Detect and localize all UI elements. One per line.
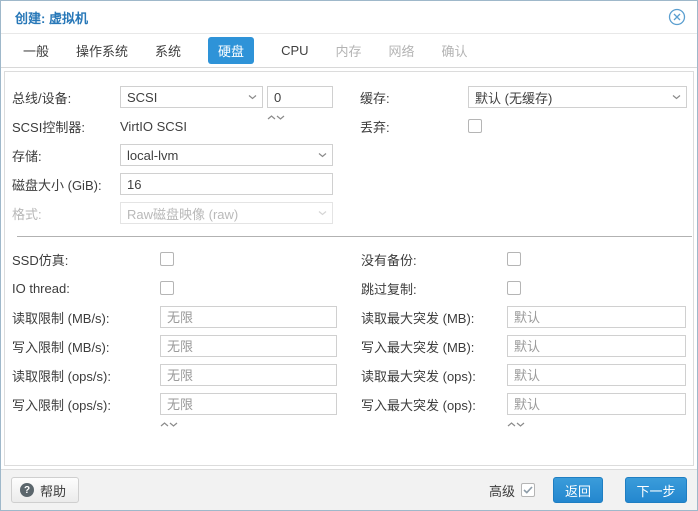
ssd-emulation-checkbox[interactable] (160, 252, 174, 266)
write-limit-ops-input[interactable] (160, 393, 337, 415)
write-burst-mb-input[interactable] (507, 335, 686, 357)
bus-device-label: 总线/设备: (12, 90, 72, 106)
tab-system[interactable]: 系统 (155, 41, 181, 60)
read-limit-mb-label: 读取限制 (MB/s): (12, 310, 110, 326)
read-burst-mb-label: 读取最大突发 (MB): (361, 310, 475, 326)
tab-cpu[interactable]: CPU (281, 43, 308, 58)
scsi-controller-value: VirtIO SCSI (120, 118, 187, 134)
no-backup-label: 没有备份: (361, 252, 417, 268)
title-bar: 创建: 虚拟机 (1, 1, 697, 34)
cache-value: 默认 (无缓存) (475, 90, 553, 106)
chevron-down-icon (672, 95, 681, 100)
storage-value: local-lvm (127, 147, 179, 163)
dialog-title: 创建: 虚拟机 (15, 10, 88, 26)
bus-device-combo[interactable]: SCSI (120, 86, 263, 108)
advanced-checkbox[interactable] (521, 483, 535, 497)
spinner-arrows-icon[interactable] (267, 108, 285, 123)
next-button[interactable]: 下一步 (625, 477, 687, 503)
ssd-emulation-label: SSD仿真: (12, 252, 69, 268)
read-limit-ops-label: 读取限制 (ops/s): (12, 368, 111, 384)
tab-bar: 一般 操作系统 系统 硬盘 CPU 内存 网络 确认 (1, 34, 697, 68)
read-limit-mb-input[interactable] (160, 306, 337, 328)
help-button-label: 帮助 (40, 483, 67, 499)
chevron-down-icon (248, 95, 257, 100)
read-limit-ops-input[interactable] (160, 364, 337, 386)
close-icon[interactable] (667, 7, 687, 27)
read-burst-mb-input[interactable] (507, 306, 686, 328)
advanced-label: 高级 (488, 483, 515, 499)
skip-replication-checkbox[interactable] (507, 281, 521, 295)
write-limit-ops-label: 写入限制 (ops/s): (12, 397, 111, 413)
write-burst-mb-label: 写入最大突发 (MB): (361, 339, 475, 355)
check-icon (523, 486, 533, 494)
tab-memory: 内存 (335, 44, 362, 59)
disk-form-panel: 总线/设备: SCSI 缓存: 默认 (无缓存) (4, 71, 694, 466)
no-backup-checkbox[interactable] (507, 252, 521, 266)
chevron-down-icon (318, 211, 327, 216)
write-limit-mb-label: 写入限制 (MB/s): (12, 339, 110, 355)
create-vm-dialog: 创建: 虚拟机 一般 操作系统 系统 硬盘 CPU 内存 网络 确认 总线/设备… (0, 0, 698, 511)
tab-confirm: 确认 (441, 44, 468, 59)
skip-replication-label: 跳过复制: (361, 281, 417, 297)
spinner-arrows-icon[interactable] (160, 415, 178, 430)
storage-label: 存储: (12, 148, 42, 164)
io-thread-checkbox[interactable] (160, 281, 174, 295)
write-limit-mb-input[interactable] (160, 335, 337, 357)
disk-size-input[interactable] (120, 173, 333, 195)
tab-os[interactable]: 操作系统 (76, 41, 128, 60)
io-thread-label: IO thread: (12, 280, 70, 296)
scsi-controller-label: SCSI控制器: (12, 119, 85, 135)
back-button[interactable]: 返回 (553, 477, 603, 503)
storage-combo[interactable]: local-lvm (120, 144, 333, 166)
discard-checkbox[interactable] (468, 119, 482, 133)
chevron-down-icon (318, 153, 327, 158)
format-combo: Raw磁盘映像 (raw) (120, 202, 333, 224)
cache-label: 缓存: (360, 90, 390, 106)
cache-combo[interactable]: 默认 (无缓存) (468, 86, 687, 108)
format-label: 格式: (12, 206, 42, 222)
write-burst-ops-label: 写入最大突发 (ops): (361, 397, 476, 413)
section-divider (17, 236, 692, 237)
dialog-body: 总线/设备: SCSI 缓存: 默认 (无缓存) (1, 68, 697, 469)
spinner-arrows-icon[interactable] (507, 415, 525, 430)
tab-general[interactable]: 一般 (23, 41, 49, 60)
tab-network: 网络 (388, 44, 415, 59)
discard-label: 丢弃: (360, 119, 390, 135)
read-burst-ops-input[interactable] (507, 364, 686, 386)
format-value: Raw磁盘映像 (raw) (127, 206, 239, 222)
help-button[interactable]: ? 帮助 (11, 477, 80, 503)
read-burst-ops-label: 读取最大突发 (ops): (361, 368, 476, 384)
bus-device-number-input[interactable] (267, 86, 333, 108)
bus-device-value: SCSI (127, 89, 158, 105)
tab-harddisk[interactable]: 硬盘 (208, 37, 255, 64)
write-burst-ops-input[interactable] (507, 393, 686, 415)
disk-size-label: 磁盘大小 (GiB): (12, 177, 102, 193)
footer-bar: ? 帮助 高级 返回 下一步 (1, 469, 697, 510)
help-icon: ? (20, 483, 34, 497)
